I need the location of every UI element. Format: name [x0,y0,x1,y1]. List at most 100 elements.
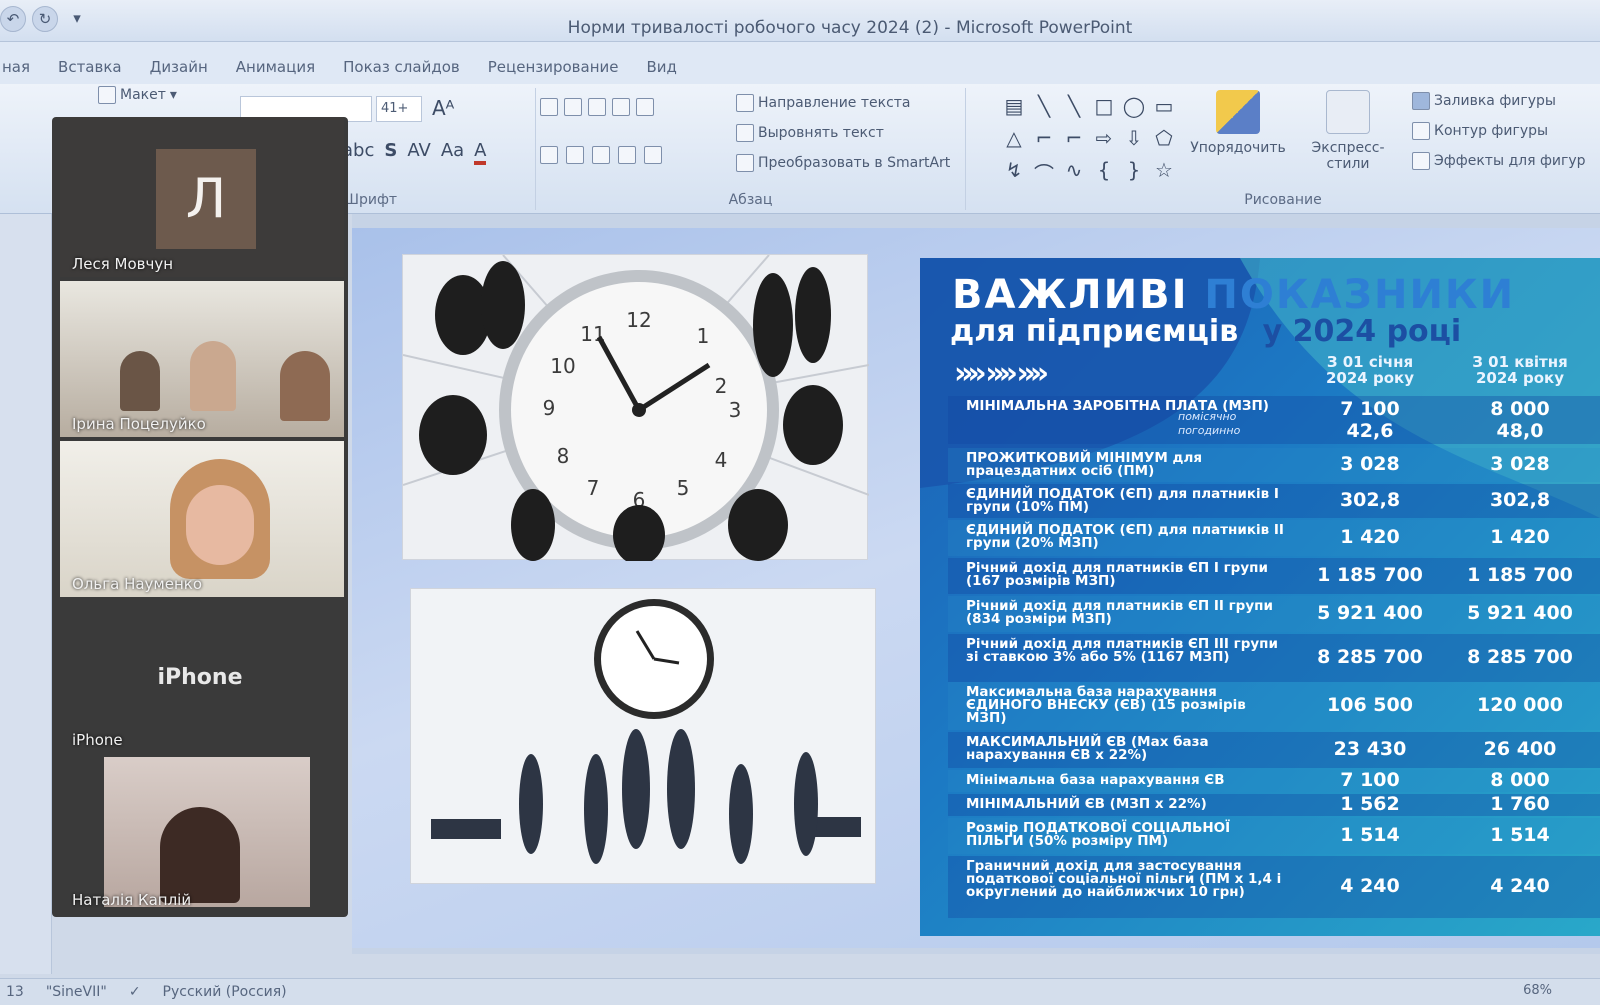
lightning-shape-icon[interactable]: ↯ [1000,158,1028,188]
value-january: 1 420 [1340,526,1400,548]
participant-tile[interactable]: Л Леся Мовчун [60,117,344,277]
person-figure [160,807,240,903]
slide-thumbnails-pane[interactable] [0,214,52,974]
star-shape-icon[interactable]: ☆ [1150,158,1178,188]
value-january: 3 028 [1340,453,1400,475]
shape-outline-button[interactable]: Контур фигуры [1412,122,1548,140]
freeform-shape-icon[interactable]: ∿ [1060,158,1088,188]
font-color-icon[interactable]: A [474,140,487,165]
arrow-line-shape-icon[interactable]: ╲ [1060,94,1088,124]
value-april: 1 514 [1490,824,1550,846]
arc-shape-icon[interactable]: ⌒ [1030,158,1058,188]
shadow-icon[interactable]: S [384,140,397,165]
window-title: Норми тривалості робочого часу 2024 (2) … [567,18,1133,38]
svg-text:1: 1 [697,324,710,348]
pentagon-shape-icon[interactable]: ⬠ [1150,126,1178,156]
align-text-icon [736,124,754,142]
indicator-row: МІНІМАЛЬНА ЗАРОБІТНА ПЛАТА (МЗП) 7 100 8 0… [948,396,1600,444]
char-spacing-icon[interactable]: AV [407,140,430,165]
language-indicator[interactable]: Русский (Россия) [163,984,287,1000]
convert-smartart-label: Преобразовать в SmartArt [758,155,951,171]
change-case-icon[interactable]: Aa [441,140,464,165]
spellcheck-icon[interactable]: ✓ [129,984,141,1000]
tab-slideshow[interactable]: Показ слайдов [329,58,474,84]
clock-silhouettes-svg: 1212 345 678 91011 [402,254,870,565]
svg-text:7: 7 [587,476,600,500]
panel-title-line2: для підприємців у 2024 році [950,314,1461,349]
oval-shape-icon[interactable]: ◯ [1120,94,1148,124]
line-shape-icon[interactable]: ╲ [1030,94,1058,124]
quick-styles-label: Экспресс-стили [1311,140,1385,172]
person-figure [280,351,330,421]
person-figure [120,351,160,411]
smartart-icon [736,154,754,172]
tab-review[interactable]: Рецензирование [474,58,633,84]
elbow-arrow-shape-icon[interactable]: ⌐ [1060,126,1088,156]
slide-number: 13 [6,984,24,1000]
value-january: 1 185 700 [1317,564,1423,586]
participant-name: Наталія Каплій [72,891,192,909]
triangle-shape-icon[interactable]: △ [1000,126,1028,156]
arrange-button[interactable]: Упорядочить [1190,90,1286,156]
tab-animation[interactable]: Анимация [222,58,329,84]
participant-tile[interactable]: Ольга Науменко [60,441,344,597]
align-text-button[interactable]: Выровнять текст [736,124,884,142]
down-arrow-shape-icon[interactable]: ⇩ [1120,126,1148,156]
iphone-center-label: iPhone [157,665,243,690]
rounded-rect-shape-icon[interactable]: ▭ [1150,94,1178,124]
indicator-label: Максимальна база нарахування ЄДИНОГО ВНЕ… [966,684,1246,726]
indicator-row: Максимальна база нарахування ЄДИНОГО ВНЕ… [948,682,1600,730]
office-clock-svg [431,599,861,864]
value-april: 302,8 [1489,489,1551,511]
shape-fill-button[interactable]: Заливка фигуры [1412,92,1556,110]
svg-text:9: 9 [543,396,556,420]
indicator-label: Річний дохід для платників ЄП І групи (1… [966,560,1268,589]
value-january: 23 430 [1333,738,1407,760]
tab-view[interactable]: Вид [633,58,691,84]
elbow-connector-shape-icon[interactable]: ⌐ [1030,126,1058,156]
text-direction-icon [736,94,754,112]
value-april: 8 285 700 [1467,646,1573,668]
panel-title-word1: ВАЖЛИВІ [952,272,1189,318]
font-size-input[interactable]: 41+ [376,96,422,122]
indicator-row: ЄДИНИЙ ПОДАТОК (ЄП) для платників І груп… [948,484,1600,518]
text-direction-button[interactable]: Направление текста [736,94,911,112]
tab-insert[interactable]: Вставка [44,58,136,84]
shape-effects-button[interactable]: Эффекты для фигур [1412,152,1586,170]
line-spacing-icon[interactable] [636,98,654,116]
quick-styles-button[interactable]: Экспресс-стили [1290,90,1406,172]
tab-design[interactable]: Дизайн [136,58,222,84]
align-center-icon[interactable] [566,146,584,164]
justify-icon[interactable] [618,146,636,164]
columns-icon[interactable] [644,146,662,164]
left-brace-shape-icon[interactable]: { [1090,158,1118,188]
rectangle-shape-icon[interactable]: □ [1090,94,1118,124]
align-right-icon[interactable] [592,146,610,164]
participant-tile[interactable]: Ірина Поцелуйко [60,281,344,437]
align-left-icon[interactable] [540,146,558,164]
value-january: 5 921 400 [1317,602,1423,624]
indicator-label: Граничний дохід для застосування податко… [966,858,1282,900]
participants-panel: Л Леся Мовчун Ірина Поцелуйко Ольга Наум… [52,117,348,917]
align-text-label: Выровнять текст [758,125,884,141]
zoom-level[interactable]: 68% [1523,983,1552,998]
grow-font-icon[interactable]: Aᴬ [432,96,454,120]
right-brace-shape-icon[interactable]: } [1120,158,1148,188]
participant-tile[interactable]: Наталія Каплій [60,757,344,913]
right-arrow-shape-icon[interactable]: ⇨ [1090,126,1118,156]
decrease-indent-icon[interactable] [588,98,606,116]
numbering-icon[interactable] [564,98,582,116]
text-direction-label: Направление текста [758,95,911,111]
indicators-panel: ВАЖЛИВІ ПОКАЗНИКИ для підприємців у 2024… [920,258,1600,936]
paragraph-group-label: Абзац [728,192,773,208]
tab-home[interactable]: ная [0,58,44,84]
textbox-shape-icon[interactable]: ▤ [1000,94,1028,124]
bullets-icon[interactable] [540,98,558,116]
panel-title-word2: ПОКАЗНИКИ [1204,272,1516,318]
shapes-gallery: ▤ ╲ ╲ □ ◯ ▭ △ ⌐ ⌐ ⇨ ⇩ ⬠ ↯ ⌒ ∿ { } ☆ [1000,94,1190,186]
convert-smartart-button[interactable]: Преобразовать в SmartArt [736,154,950,172]
indicator-label: ЄДИНИЙ ПОДАТОК (ЄП) для платників І груп… [966,486,1279,515]
layout-button[interactable]: Макет ▾ [98,86,177,104]
increase-indent-icon[interactable] [612,98,630,116]
value-january: 4 240 [1340,875,1400,897]
